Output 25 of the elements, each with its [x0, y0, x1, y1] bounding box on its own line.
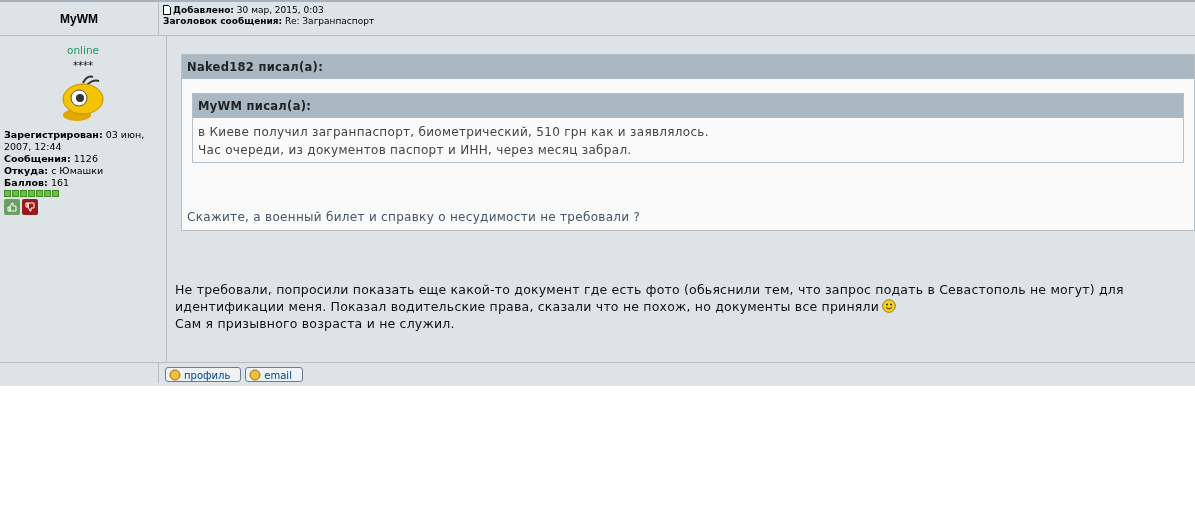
online-status: online [67, 44, 99, 56]
button-icon [169, 369, 181, 381]
quote-text: Час очереди, из документов паспорт и ИНН, через месяц забрал. [198, 142, 633, 159]
button-icon [249, 369, 262, 381]
author-name: MyWM [60, 11, 98, 26]
reply-text: Не требовали, попросили показать еще какой-то документ где есть фото (обьяснили тем, что запрос подать в Севастополь не могут) для [175, 282, 1124, 297]
profile-info: Откуда: с Юмашки [4, 165, 105, 177]
quote-title: MyWM писал(а): [193, 94, 1183, 118]
thumbs-down-icon[interactable] [22, 199, 38, 215]
profile-link-button[interactable]: профиль [165, 367, 242, 382]
profile-info: Сообщения: 1126 [4, 153, 99, 165]
profile-link-button[interactable]: email [245, 367, 303, 382]
reply-text: идентификации меня. Показал водительские права, сказали что не похож, но документы все приняли [175, 299, 879, 314]
thumbs-up-icon[interactable] [4, 199, 20, 215]
reply-text: Сам я призывного возраста и не служил. [175, 316, 455, 331]
profile-info: Баллов: 161 [4, 177, 71, 189]
smiley-icon [882, 299, 896, 313]
quote-title: Naked182 писал(а): [182, 55, 1194, 79]
rank-stars: **** [73, 60, 93, 71]
profile-info: Зарегистрирован: 03 июн, 2007, 12:44 [4, 129, 146, 153]
quote-text: Скажите, а военный билет и справку о несудимости не требовали ? [187, 210, 642, 224]
quote-text: в Киеве получил загранпаспорт, биометрический, 510 грн как и заявлялось. [198, 124, 710, 141]
post-subject: Заголовок сообщения: Re: Загранпаспорт [163, 16, 376, 26]
post-date: Добавлено: 30 мар, 2015, 0:03 [173, 5, 324, 15]
document-icon [163, 5, 171, 15]
